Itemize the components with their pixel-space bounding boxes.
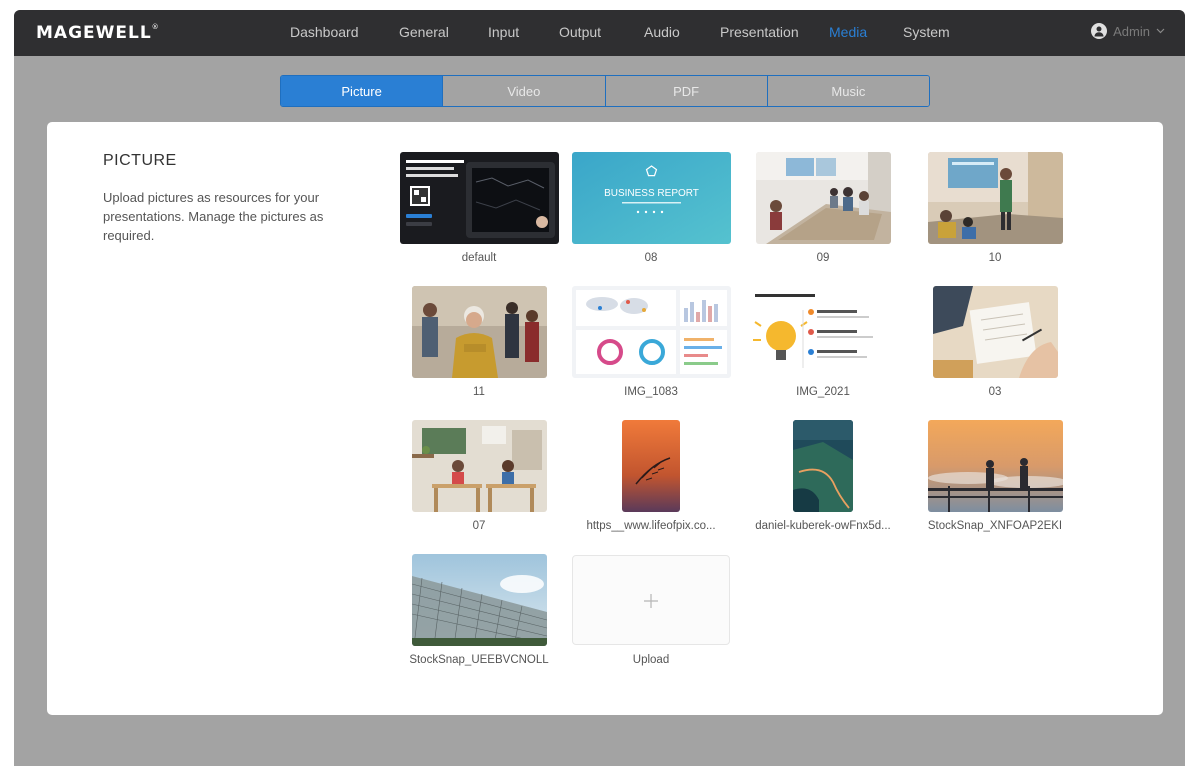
section-title: PICTURE (103, 152, 177, 169)
section-description: Upload pictures as resources for your pr… (103, 190, 324, 243)
nav-item-input[interactable]: Input (488, 24, 519, 40)
picture-item[interactable]: 03 (915, 286, 1075, 398)
upload-button[interactable]: Upload (571, 554, 731, 666)
plus-icon (643, 585, 659, 616)
nav-item-audio[interactable]: Audio (644, 24, 680, 40)
picture-name: daniel-kuberek-owFnx5d... (755, 520, 891, 532)
picture-thumbnail (622, 420, 680, 512)
picture-item[interactable]: 07 (399, 420, 559, 532)
picture-thumbnail: BUSINESS REPORT (571, 152, 731, 244)
picture-thumbnail (927, 420, 1063, 512)
picture-thumbnail (932, 286, 1058, 378)
picture-thumbnail (927, 152, 1063, 244)
picture-name: IMG_1083 (624, 386, 678, 398)
chevron-down-icon (1156, 26, 1165, 37)
picture-item[interactable]: IMG_2021 (743, 286, 903, 398)
picture-item[interactable]: default (399, 152, 559, 264)
tab-picture[interactable]: Picture (281, 76, 443, 106)
upload-dropzone[interactable] (572, 555, 730, 645)
picture-name: 10 (988, 252, 1002, 264)
app-window: MAGEWELL® Dashboard General Input Output… (14, 10, 1185, 766)
tab-pdf[interactable]: PDF (604, 76, 767, 106)
picture-name: 03 (988, 386, 1002, 398)
picture-item[interactable]: StockSnap_UEEBVCNOLL (399, 554, 559, 666)
top-navigation-bar: MAGEWELL® Dashboard General Input Output… (14, 10, 1185, 56)
picture-name: 09 (816, 252, 830, 264)
nav-item-general[interactable]: General (399, 24, 449, 40)
user-name: Admin (1113, 23, 1150, 39)
picture-name: 11 (473, 386, 485, 398)
nav-item-presentation[interactable]: Presentation (720, 24, 799, 40)
picture-item[interactable]: 09 (743, 152, 903, 264)
picture-item[interactable]: StockSnap_XNFOAP2EKI (915, 420, 1075, 532)
picture-item[interactable]: 11 (399, 286, 559, 398)
nav-item-system[interactable]: System (903, 24, 950, 40)
tab-video[interactable]: Video (442, 76, 605, 106)
picture-thumbnail (411, 286, 547, 378)
user-icon (1091, 23, 1108, 39)
picture-thumbnail (747, 286, 899, 378)
picture-thumbnail (411, 420, 547, 512)
upload-label: Upload (632, 654, 670, 666)
nav-item-dashboard[interactable]: Dashboard (290, 24, 359, 40)
picture-item[interactable]: 10 (915, 152, 1075, 264)
picture-name: https__www.lifeofpix.co... (586, 520, 716, 532)
picture-name: 07 (472, 520, 486, 532)
main-nav: Dashboard General Input Output Audio Pre… (14, 10, 1185, 56)
picture-name: StockSnap_XNFOAP2EKI (927, 520, 1063, 532)
nav-item-output[interactable]: Output (559, 24, 601, 40)
media-type-tabs: Picture Video PDF Music (280, 75, 930, 107)
picture-panel: PICTURE Upload pictures as resources for… (47, 122, 1163, 715)
picture-item[interactable]: daniel-kuberek-owFnx5d... (743, 420, 903, 532)
picture-thumbnail (793, 420, 853, 512)
picture-name: default (461, 252, 497, 264)
tab-music[interactable]: Music (766, 76, 929, 106)
picture-name: IMG_2021 (796, 386, 850, 398)
picture-thumbnail (399, 152, 559, 244)
picture-item[interactable]: IMG_1083 (571, 286, 731, 398)
picture-name: StockSnap_UEEBVCNOLL (409, 654, 549, 666)
picture-name: 08 (644, 252, 658, 264)
picture-thumbnail (755, 152, 891, 244)
picture-thumbnail (571, 286, 731, 378)
picture-item[interactable]: BUSINESS REPORT 08 (571, 152, 731, 264)
picture-thumbnail (411, 554, 547, 646)
user-menu[interactable]: Admin (1091, 23, 1165, 39)
nav-item-media[interactable]: Media (829, 24, 867, 40)
picture-item[interactable]: https__www.lifeofpix.co... (571, 420, 731, 532)
svg-text:BUSINESS REPORT: BUSINESS REPORT (604, 188, 699, 199)
